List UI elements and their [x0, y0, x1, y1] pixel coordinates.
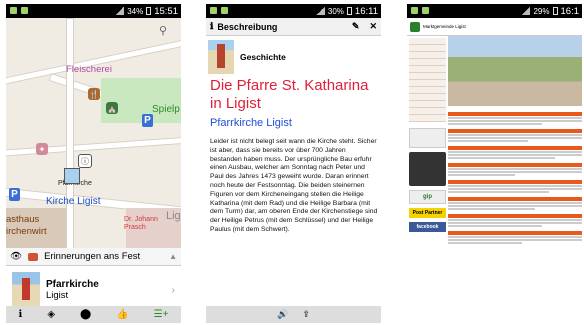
- header-title: Beschreibung: [217, 21, 278, 32]
- post-partner-link[interactable]: Post Partner: [409, 208, 446, 218]
- navigate-icon[interactable]: ◈: [47, 309, 55, 320]
- eye-icon: 👁: [10, 251, 23, 262]
- gip-link[interactable]: gip: [409, 190, 446, 204]
- battery-icon: [346, 7, 352, 15]
- info-icon[interactable]: ℹ: [19, 309, 23, 320]
- map-label-doctor-2: Prasch: [124, 224, 146, 231]
- audio-icon[interactable]: 🔊: [277, 309, 288, 320]
- page-title: Die Pfarre St. Katharina in Ligist: [210, 77, 369, 112]
- phone-map-screen: 34% 15:51 Fleischerei Spielp Pfarrkirche…: [6, 4, 181, 323]
- map-label-doctor: Dr. Johann: [124, 216, 158, 223]
- card-title: Pfarrkirche: [46, 279, 99, 290]
- map-label-playground: Spielp: [152, 104, 180, 115]
- site-sidebar: gip Post Partner facebook: [409, 128, 446, 232]
- status-time: 16:1: [560, 5, 580, 17]
- thumbs-up-icon[interactable]: 👍: [116, 309, 128, 320]
- signal-icon: [521, 7, 531, 15]
- event-title: Erinnerungen ans Fest: [44, 251, 141, 262]
- phone-website-screen: 29% 16:1 Marktgemeinde Ligist gip Post P…: [407, 4, 582, 323]
- page-subtitle: Pfarrkirche Ligist: [210, 117, 292, 129]
- sidebar-box[interactable]: [409, 128, 446, 148]
- phone-description-screen: 30% 16:11 ℹ Beschreibung ✎ ✕ Geschichte …: [206, 4, 381, 323]
- status-time: 15:51: [154, 5, 178, 17]
- status-time: 16:11: [354, 5, 378, 17]
- facebook-link[interactable]: facebook: [409, 222, 446, 232]
- map-label-church: Kirche Ligist: [46, 196, 101, 207]
- church-thumbnail-icon[interactable]: [64, 168, 80, 184]
- share-icon[interactable]: ⇪: [302, 309, 310, 320]
- church-image: [208, 40, 234, 74]
- town-photo: [448, 36, 582, 106]
- description-text: Leider ist nicht belegt seit wann die Ki…: [210, 138, 378, 233]
- add-list-icon[interactable]: ☰+: [154, 309, 169, 320]
- map-label-town: Lig: [166, 210, 181, 222]
- close-icon[interactable]: ✕: [369, 21, 377, 32]
- battery-icon: [552, 7, 558, 15]
- event-row[interactable]: 👁 Erinnerungen ans Fest ▲: [6, 248, 181, 266]
- status-bar: 29% 16:1: [407, 4, 582, 18]
- description-header: ℹ Beschreibung ✎ ✕: [206, 18, 381, 36]
- info-icon: ℹ: [210, 21, 214, 31]
- site-logo-icon: [410, 21, 420, 32]
- map-label-butcher: Fleischerei: [66, 64, 112, 75]
- poi-icon[interactable]: ⛪: [106, 102, 118, 114]
- event-icon: [28, 252, 39, 261]
- map-label-inn-2: irchenwirt: [6, 226, 47, 237]
- section-title: Geschichte: [240, 52, 286, 62]
- search-icon[interactable]: ⚲: [159, 24, 167, 37]
- site-header: Marktgemeinde Ligist: [407, 18, 582, 36]
- parking-icon[interactable]: P: [9, 188, 20, 201]
- battery-level: 30%: [327, 6, 344, 16]
- park-area: [101, 78, 181, 123]
- parking-icon[interactable]: P: [142, 114, 153, 127]
- info-panel: 👁 Erinnerungen ans Fest ▲ Pfarrkirche Li…: [6, 248, 181, 323]
- battery-level: 29%: [533, 6, 550, 16]
- map-view[interactable]: Fleischerei Spielp Pfarrkirche Kirche Li…: [6, 18, 181, 248]
- battery-icon: [146, 7, 152, 15]
- chevron-right-icon[interactable]: ›: [172, 285, 175, 296]
- battery-level: 34%: [127, 6, 144, 16]
- site-nav[interactable]: [409, 38, 446, 122]
- chevron-up-icon[interactable]: ▲: [169, 252, 177, 261]
- shop-icon[interactable]: ✦: [36, 143, 48, 155]
- news-list: [448, 108, 582, 245]
- restaurant-icon[interactable]: 🍴: [88, 88, 100, 100]
- site-name: Marktgemeinde Ligist: [423, 24, 466, 29]
- map-label-inn: asthaus: [6, 214, 40, 225]
- website-view[interactable]: Marktgemeinde Ligist gip Post Partner fa…: [407, 18, 582, 323]
- footer-bar: 🔊 ⇪: [206, 306, 381, 323]
- edit-icon[interactable]: ✎: [352, 21, 360, 32]
- pin-icon[interactable]: ⬤: [80, 309, 91, 320]
- church-image: [12, 272, 40, 308]
- status-bar: 34% 15:51: [6, 4, 181, 18]
- action-bar: ℹ ◈ ⬤ 👍 ☰+: [6, 306, 181, 323]
- card-subtitle: Ligist: [46, 290, 69, 301]
- signal-icon: [315, 7, 325, 15]
- info-board-icon[interactable]: ⓘ: [78, 154, 92, 168]
- signal-icon: [115, 7, 125, 15]
- status-bar: 30% 16:11: [206, 4, 381, 18]
- section-row: Geschichte: [208, 40, 286, 74]
- app-promo-image[interactable]: [409, 152, 446, 186]
